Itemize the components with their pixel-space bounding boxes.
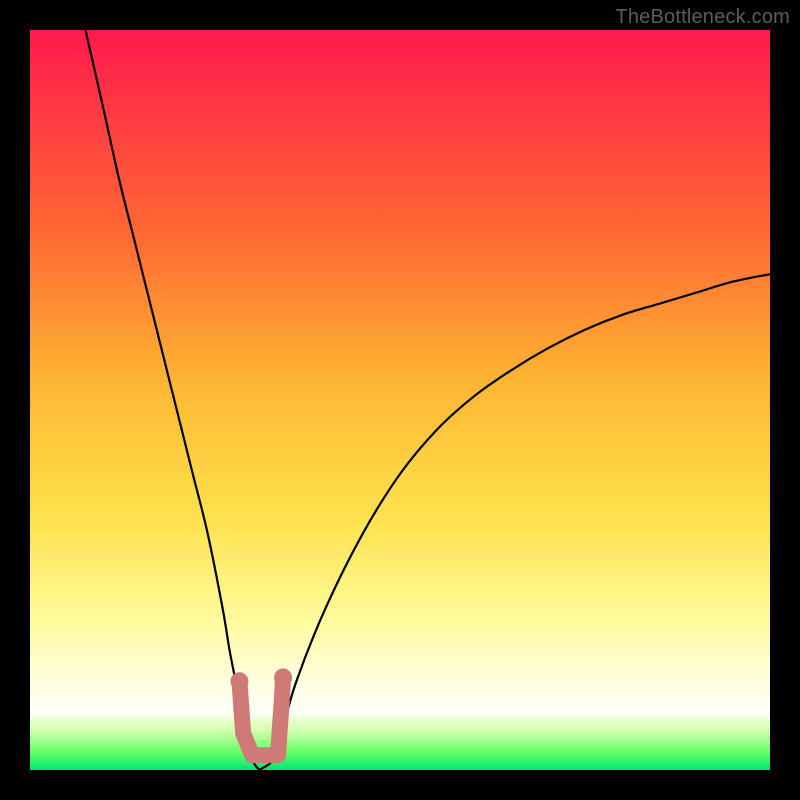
chart-stage: TheBottleneck.com xyxy=(0,0,800,800)
plot-area xyxy=(30,30,770,770)
watermark-text: TheBottleneck.com xyxy=(615,6,790,29)
background-gradient xyxy=(30,30,770,770)
green-band xyxy=(30,711,770,770)
